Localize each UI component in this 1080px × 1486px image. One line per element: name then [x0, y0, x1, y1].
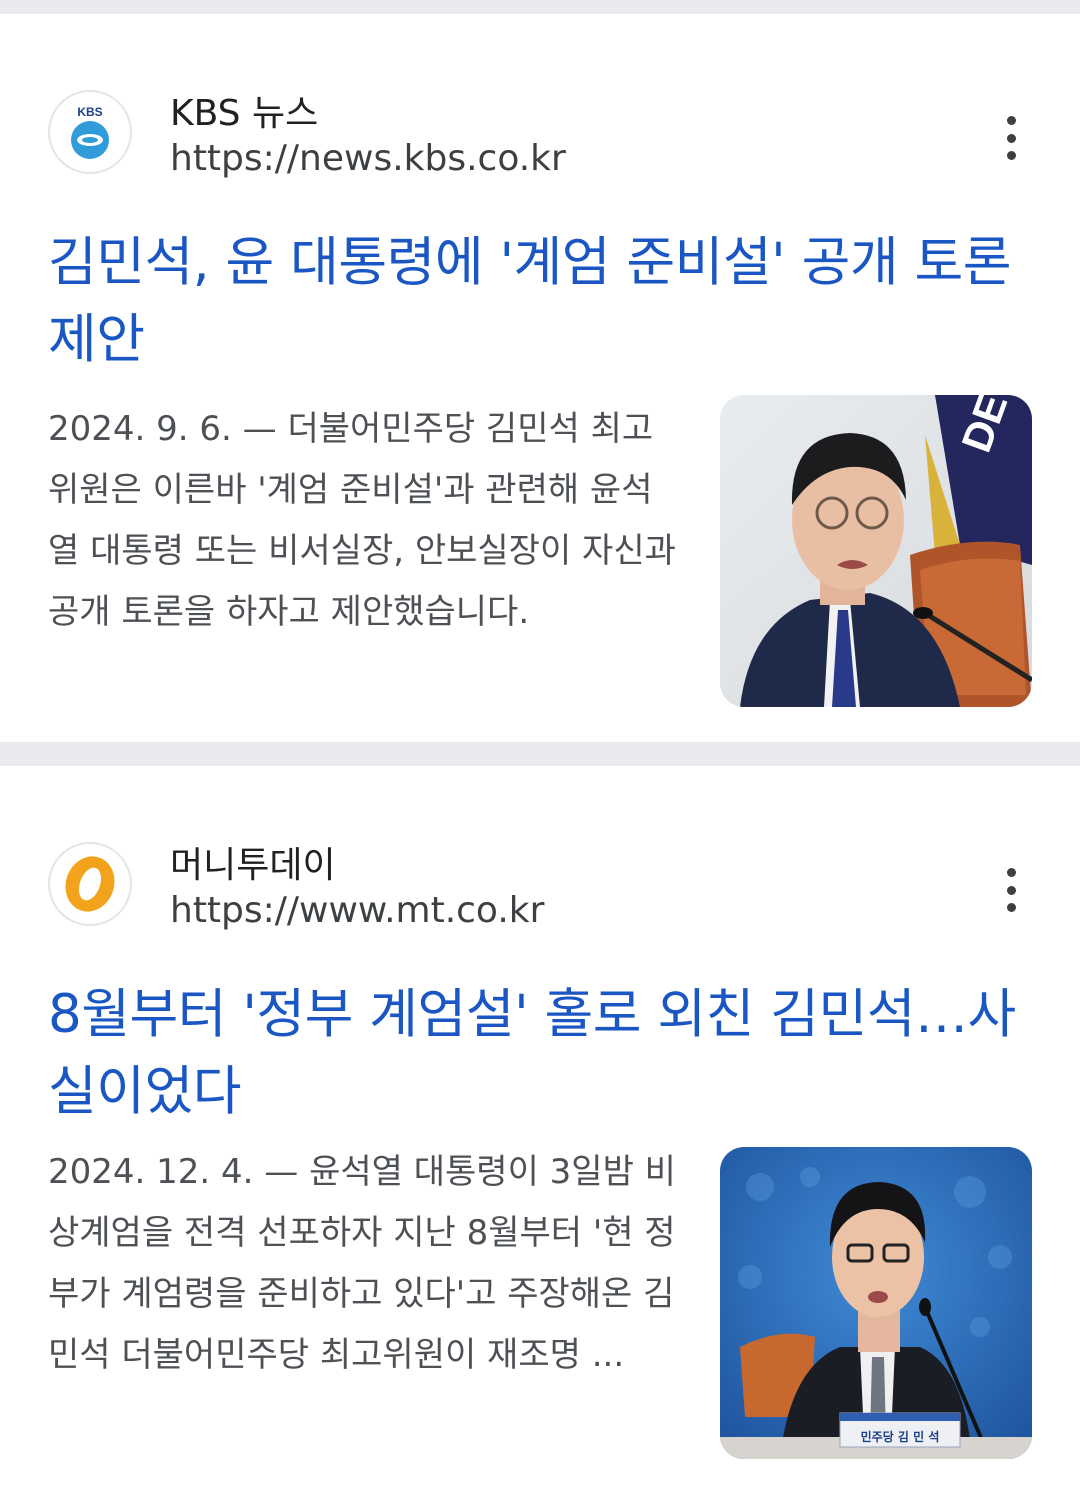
- section-divider: [0, 0, 1080, 14]
- kbs-logo-icon: KBS: [48, 90, 132, 174]
- moneytoday-logo-icon: [48, 842, 132, 926]
- result-title-link[interactable]: 8월부터 '정부 계엄설' 홀로 외친 김민석…사실이었다: [48, 976, 1038, 1130]
- result-snippet: 2024. 12. 4. — 윤석열 대통령이 3일밤 비상계엄을 전격 선포하…: [48, 1152, 676, 1375]
- result-thumbnail[interactable]: DE: [720, 395, 1032, 707]
- result-thumbnail[interactable]: 민주당 김 민 석: [720, 1147, 1032, 1459]
- result-snippet: 2024. 9. 6. — 더불어민주당 김민석 최고위원은 이른바 '계엄 준…: [48, 409, 676, 632]
- source-name: 머니투데이: [170, 845, 336, 886]
- source-name: KBS 뉴스: [170, 93, 319, 134]
- search-result-card[interactable]: KBS KBS 뉴스 https://news.kbs.co.kr 김민석, 윤…: [0, 14, 1080, 742]
- more-options-icon[interactable]: [996, 116, 1026, 160]
- search-result-card[interactable]: 머니투데이 https://www.mt.co.kr 8월부터 '정부 계엄설'…: [0, 766, 1080, 1486]
- source-url: https://news.kbs.co.kr: [170, 138, 566, 179]
- nameplate-text: 민주당 김 민 석: [861, 1429, 940, 1444]
- result-title-link[interactable]: 김민석, 윤 대통령에 '계엄 준비설' 공개 토론 제안: [48, 224, 1038, 378]
- source-url: https://www.mt.co.kr: [170, 890, 545, 931]
- result-source[interactable]: KBS KBS 뉴스 https://news.kbs.co.kr: [48, 76, 1048, 186]
- section-divider: [0, 742, 1080, 766]
- more-options-icon[interactable]: [996, 868, 1026, 912]
- svg-text:KBS: KBS: [77, 105, 102, 119]
- result-source[interactable]: 머니투데이 https://www.mt.co.kr: [48, 828, 1048, 938]
